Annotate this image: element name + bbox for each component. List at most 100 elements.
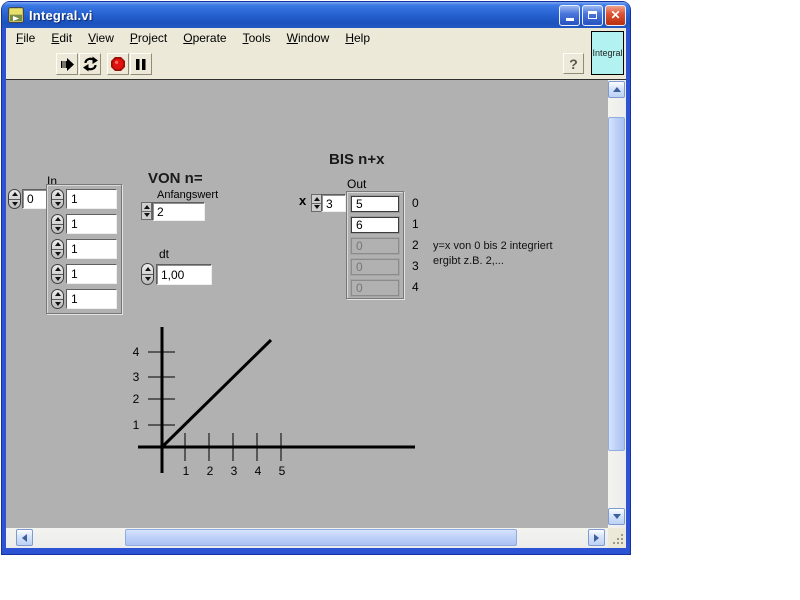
up-arrow-icon	[144, 266, 151, 271]
up-arrow-icon	[54, 292, 61, 297]
dt-value-box[interactable]: 1,00	[156, 264, 212, 285]
down-arrow-icon	[143, 213, 150, 218]
out-index-labels: 0 1 2 3 4	[412, 195, 419, 295]
toolbar: ?	[6, 49, 626, 80]
down-button[interactable]	[142, 210, 151, 220]
scroll-left-button[interactable]	[16, 529, 33, 546]
in-element-0[interactable]: 1	[66, 189, 117, 209]
von-heading: VON n=	[148, 170, 203, 187]
pause-button[interactable]	[130, 53, 152, 75]
menu-file[interactable]: File	[8, 29, 43, 48]
window-title: Integral.vi	[29, 7, 93, 23]
element-spinner[interactable]	[51, 264, 64, 284]
y-tick-4: 4	[133, 345, 140, 359]
element-spinner[interactable]	[51, 239, 64, 259]
minimize-button[interactable]	[559, 4, 580, 26]
run-continuous-button[interactable]	[79, 53, 101, 75]
menu-help[interactable]: Help	[337, 29, 378, 48]
out-element-1: 6	[351, 217, 399, 233]
up-arrow-icon	[54, 242, 61, 247]
x-tick-3: 3	[231, 464, 238, 478]
down-button[interactable]	[52, 198, 63, 209]
down-button[interactable]	[52, 223, 63, 234]
integral-vi-window: Integral.vi ✕ File Edit View Project Ope…	[2, 2, 630, 554]
up-button[interactable]	[142, 264, 153, 274]
context-help-button[interactable]: ?	[563, 53, 584, 74]
up-button[interactable]	[142, 203, 151, 211]
menu-operate[interactable]: Operate	[175, 29, 234, 48]
dt-spinner	[141, 263, 154, 285]
index-down-button[interactable]	[9, 198, 20, 209]
element-spinner[interactable]	[51, 189, 64, 209]
in-array-index-spinner	[8, 189, 21, 209]
in-array-frame: 1 1 1 1 1	[46, 184, 122, 314]
in-array-index-box[interactable]: 0	[22, 189, 48, 209]
out-index-2: 2	[412, 238, 419, 252]
resize-grip[interactable]	[608, 528, 626, 548]
abort-stop-icon	[111, 57, 125, 71]
menu-project[interactable]: Project	[122, 29, 175, 48]
maximize-icon	[588, 11, 597, 19]
scroll-up-icon	[612, 87, 621, 92]
up-button[interactable]	[52, 265, 63, 274]
down-button[interactable]	[312, 202, 321, 212]
out-index-1: 1	[412, 217, 419, 231]
vertical-scroll-thumb[interactable]	[608, 117, 625, 451]
labview-vi-icon	[8, 7, 24, 23]
close-button[interactable]: ✕	[605, 4, 626, 26]
up-button[interactable]	[52, 290, 63, 299]
out-index-0: 0	[412, 196, 419, 210]
menu-window[interactable]: Window	[279, 29, 338, 48]
up-button[interactable]	[52, 240, 63, 249]
out-element-3: 0	[351, 259, 399, 275]
maximize-button[interactable]	[582, 4, 603, 26]
out-index-3: 3	[412, 259, 419, 273]
scroll-down-button[interactable]	[608, 508, 625, 525]
x-label: x	[299, 193, 307, 208]
horizontal-scrollbar[interactable]	[6, 528, 608, 548]
up-arrow-icon	[313, 196, 320, 201]
menu-edit[interactable]: Edit	[43, 29, 80, 48]
down-arrow-icon	[54, 276, 61, 281]
titlebar[interactable]: Integral.vi ✕	[2, 2, 630, 28]
down-button[interactable]	[52, 273, 63, 284]
down-button[interactable]	[52, 248, 63, 259]
index-up-button[interactable]	[9, 190, 20, 199]
resize-grip-icon	[621, 542, 623, 544]
x-value-box[interactable]: 3	[321, 194, 346, 212]
x-tick-2: 2	[207, 464, 214, 478]
element-spinner[interactable]	[51, 289, 64, 309]
x-tick-1: 1	[183, 464, 190, 478]
out-index-4: 4	[412, 280, 419, 294]
in-element-2[interactable]: 1	[66, 239, 117, 259]
anfangswert-spinner	[141, 202, 152, 220]
up-button[interactable]	[312, 195, 321, 203]
down-button[interactable]	[142, 273, 153, 285]
abort-button[interactable]	[107, 53, 129, 75]
scroll-right-button[interactable]	[588, 529, 605, 546]
bis-heading: BIS n+x	[329, 151, 385, 168]
in-element-1[interactable]: 1	[66, 214, 117, 234]
horizontal-scroll-thumb[interactable]	[125, 529, 517, 546]
menu-view[interactable]: View	[80, 29, 122, 48]
down-arrow-icon	[54, 251, 61, 256]
menubar: File Edit View Project Operate Tools Win…	[6, 28, 626, 49]
annotation-line2: ergibt z.B. 2,...	[433, 255, 504, 267]
scroll-down-icon	[612, 514, 621, 519]
in-element-4[interactable]: 1	[66, 289, 117, 309]
scroll-up-button[interactable]	[608, 81, 625, 98]
anfangswert-value-box[interactable]: 2	[152, 202, 205, 221]
up-button[interactable]	[52, 190, 63, 199]
in-element-3[interactable]: 1	[66, 264, 117, 284]
vi-icon-pane[interactable]: Integral	[591, 31, 624, 75]
out-element-2: 0	[351, 238, 399, 254]
out-element-4: 0	[351, 280, 399, 296]
y-tick-1: 1	[133, 418, 140, 432]
menu-tools[interactable]: Tools	[235, 29, 279, 48]
element-spinner[interactable]	[51, 214, 64, 234]
down-button[interactable]	[52, 298, 63, 309]
run-continuous-icon	[82, 56, 98, 72]
up-button[interactable]	[52, 215, 63, 224]
vertical-scrollbar[interactable]	[608, 80, 626, 528]
run-button[interactable]	[56, 53, 78, 75]
